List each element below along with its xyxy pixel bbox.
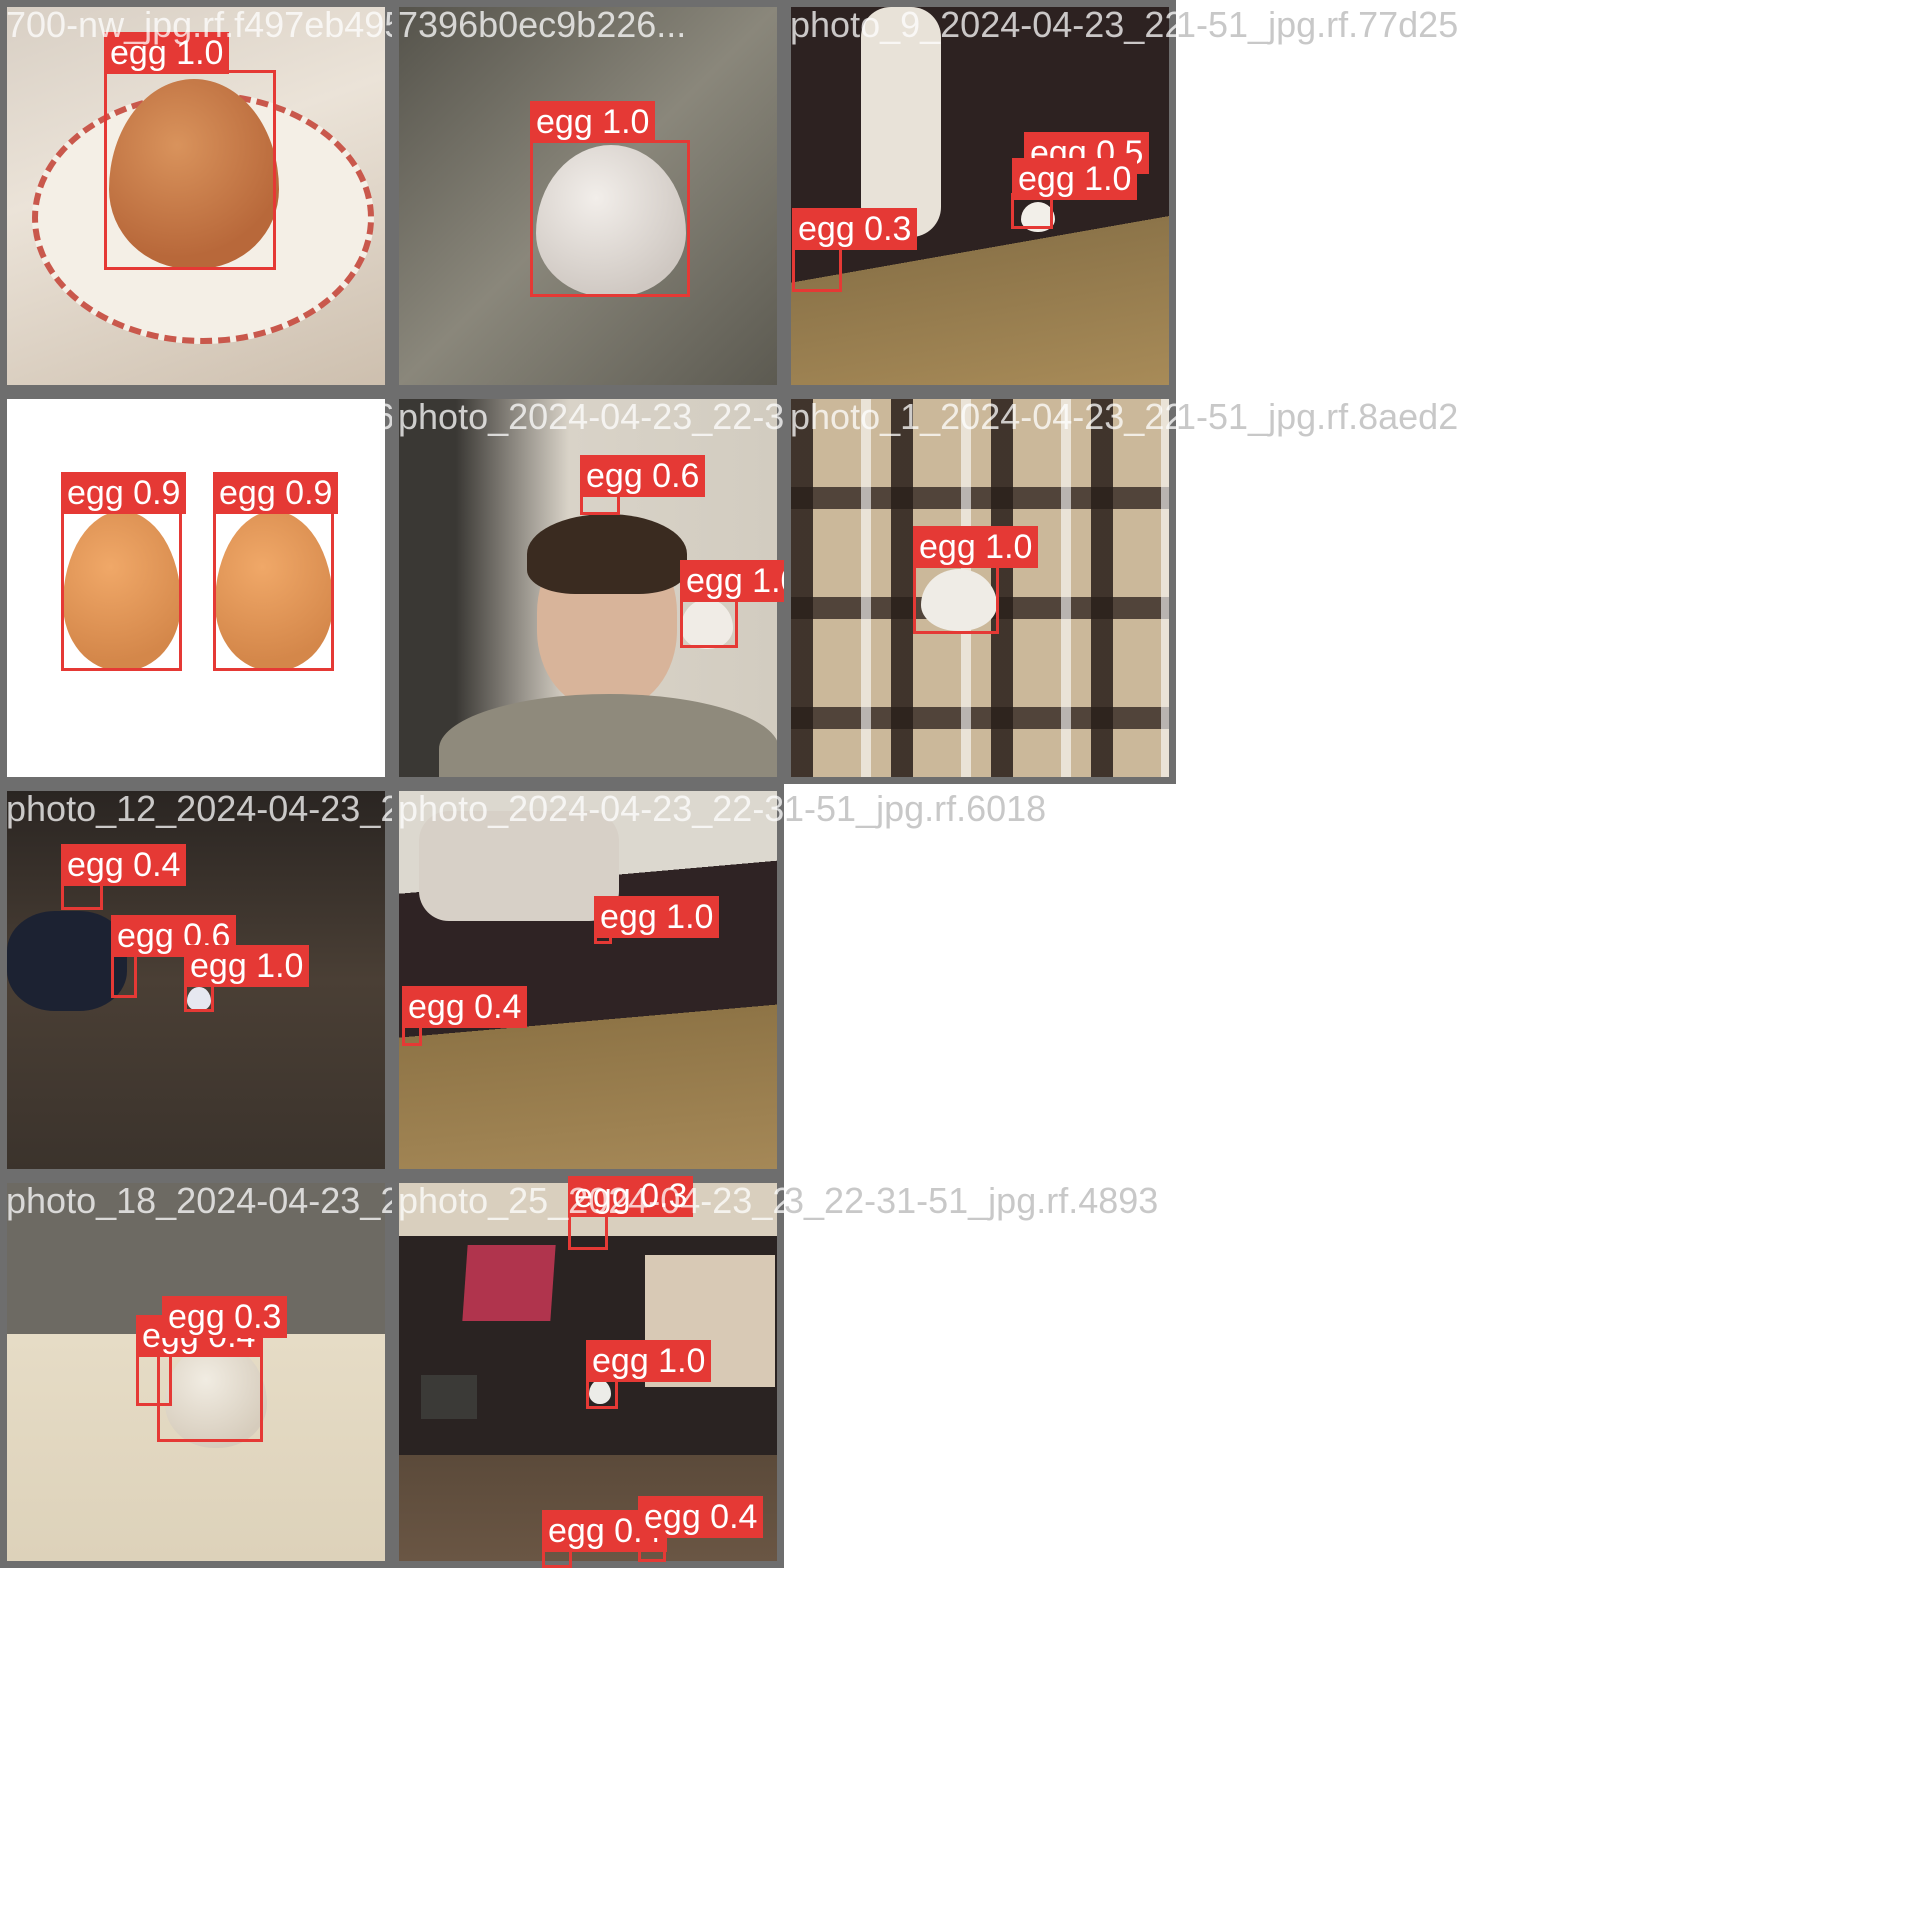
detection-box [792,244,842,292]
leg-image [861,7,941,237]
tile-caption-overflow: 1-51_jpg.rf.6018 [784,788,1047,829]
detection-label: egg 1.0 [586,1340,712,1382]
image-tile-7: photo_12_2024-04-23_22-3 egg 0.4 egg 0.6… [0,784,392,1176]
detection-label: egg 1.0 [913,526,1039,568]
detection-box [104,70,276,270]
tile-caption-overflow: 3_22-31-51_jpg.rf.4893 [784,1180,1159,1221]
tile-caption-overflow: 1-51_jpg.rf.8aed2 [1176,396,1459,437]
detection-box [61,509,182,671]
detection-label: egg 0.4 [61,844,187,886]
detection-label: egg 0.3 [792,208,918,250]
leg-image [7,911,127,1011]
image-tile-3: photo_9_2024-04-23_22-3 egg 0.5 egg 1.0 … [784,0,1176,392]
detection-label: egg 0.3 [568,1176,694,1217]
detection-box [61,882,103,910]
box-image [462,1245,556,1321]
detection-label: egg 0.3 [162,1296,288,1338]
person-legs-image [419,811,619,921]
detection-box [530,140,690,297]
detection-label: egg 1.0 [104,32,230,74]
detection-box [111,954,137,998]
detection-label: egg 0.9 [61,472,187,514]
detection-label: egg 1.0 [184,945,310,987]
detection-box [213,509,334,671]
tile-caption-overflow: 1-51_jpg.rf.77d25 [1176,4,1459,45]
detection-label: egg 1.0 [530,101,656,143]
image-tile-9: photo_18_2024-04-23_22-3 egg 0.4 egg 0.3 [0,1176,392,1568]
detection-label: egg 1.0 [680,560,784,602]
image-tile-10: photo_25_2024-04-23_22-3 egg 0.3 egg 1.0… [392,1176,784,1568]
wallet-image [421,1375,477,1419]
detection-box [913,564,999,634]
detection-box [680,598,738,648]
detection-label: egg 0.4 [402,986,528,1028]
detection-label: egg 1.0 [594,896,720,938]
image-tile-2: 7396b0ec9b226... egg 1.0 [392,0,784,392]
image-tile-6: photo_1_2024-04-23_22-3 egg 1.0 [784,392,1176,784]
shirt-image [439,694,777,777]
detection-label: egg 0.9 [213,472,339,514]
image-tile-8: photo_2024-04-23_22-3 egg 1.0 egg 0.4 [392,784,784,1176]
detection-label: egg 0.4 [638,1496,764,1538]
image-tile-5: photo_2024-04-23_22-3 egg 0.6 egg 1.0 [392,392,784,784]
image-tile-1: 700-nw_jpg.rf.f497eb4955... egg 1.0 [0,0,392,392]
detection-label: egg 1.0 [1012,158,1138,200]
detection-label: egg 0.6 [580,455,706,497]
image-tile-4: 7cb04eaa24f3a3eb94162de8 egg 0.9 egg 0.9 [0,392,392,784]
hair-image [527,514,687,594]
